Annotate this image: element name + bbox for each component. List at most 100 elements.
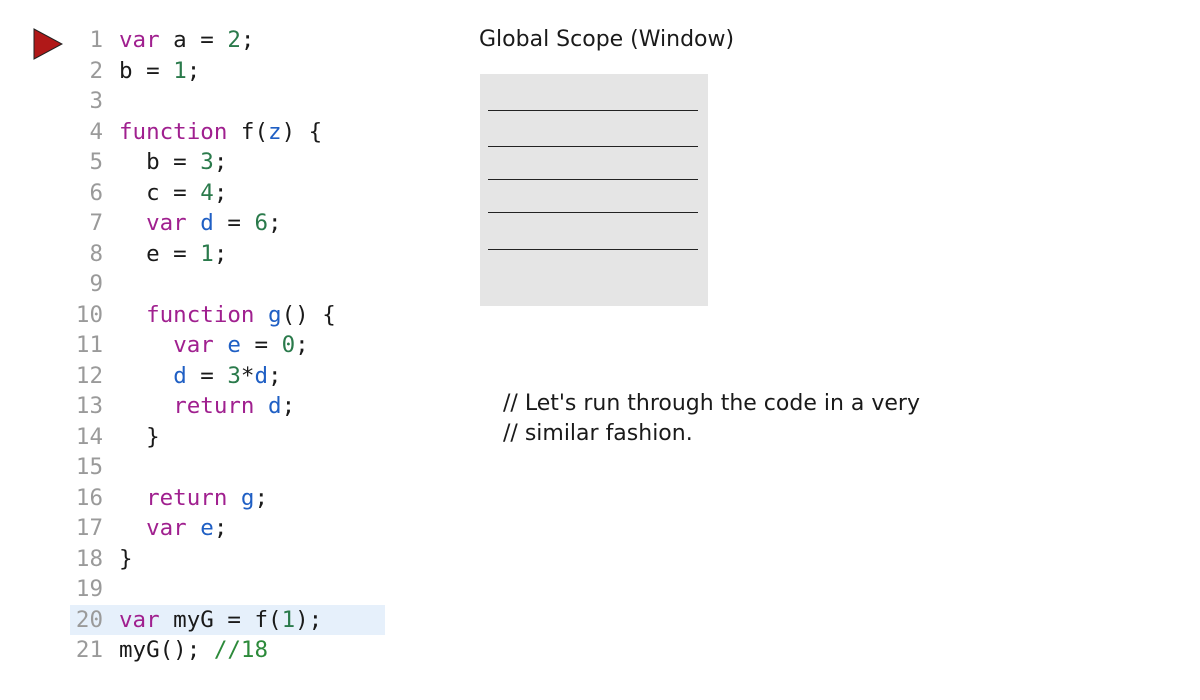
code-token: } [119, 423, 160, 450]
line-number: 14 [75, 423, 103, 450]
line-number: 3 [89, 88, 103, 114]
line-number: 17 [75, 515, 103, 541]
line-number: 5 [89, 149, 103, 175]
code-token: myG(); [119, 637, 214, 663]
code-token: ; [213, 179, 228, 206]
line-number: 9 [89, 271, 103, 297]
scope-variable-slot [488, 179, 698, 180]
line-number: 4 [89, 118, 103, 145]
code-token: } [119, 545, 133, 572]
code-token: ; [281, 393, 296, 419]
line-number: 16 [75, 484, 103, 511]
code-text: function g() { [119, 302, 336, 328]
line-number: 13 [75, 393, 103, 419]
code-token: c = [119, 179, 201, 206]
scope-variable-slot [488, 146, 698, 147]
narration-comment: // Let's run through the code in a very … [503, 391, 921, 446]
code-token: return [173, 393, 255, 419]
code-token: function [146, 301, 255, 328]
code-editor: 1 var a = 2; 2 b = 1; 3 4 function f(z) {5 b =… [70, 25, 390, 666]
scope-title: Global Scope (Window) [479, 27, 735, 52]
code-token: ; [295, 332, 309, 358]
code-text: b = 1; [119, 58, 200, 84]
line-number: 10 [75, 301, 103, 328]
code-token: ; [213, 515, 228, 541]
code-token: 3 [227, 362, 241, 389]
code-text: function f(z) { [119, 119, 322, 145]
code-text: } [119, 546, 133, 572]
code-token: a = [159, 27, 228, 53]
code-token: ; [186, 57, 201, 84]
code-token: myG = f( [159, 606, 282, 633]
code-token: ; [254, 484, 269, 511]
line-number: 11 [75, 332, 103, 358]
code-token: return [146, 484, 228, 511]
code-token: () { [281, 301, 336, 328]
code-text: e = 1; [119, 241, 227, 267]
code-text: var d = 6; [119, 210, 282, 236]
code-line: 13 return d; [70, 391, 390, 422]
code-token: 1 [281, 606, 296, 633]
code-token: 6 [254, 210, 269, 236]
code-token: 1 [173, 57, 187, 84]
code-line: 14 } [70, 422, 390, 453]
code-token: 4 [200, 179, 214, 206]
code-line: 6 c = 4; [70, 178, 390, 209]
scope-variable-slot [488, 212, 698, 213]
code-line: 17 var e; [70, 513, 390, 544]
scope-variable-slot [488, 249, 698, 250]
code-token: //18 [213, 637, 269, 663]
code-token: 1 [200, 240, 214, 267]
code-text: } [119, 424, 160, 450]
code-line: 2 b = 1; [70, 56, 390, 87]
line-number: 19 [75, 576, 103, 602]
current-execution-arrow-icon [33, 28, 63, 60]
code-token: d [268, 393, 282, 419]
code-text: c = 4; [119, 180, 227, 206]
code-line: 19 [70, 574, 390, 605]
code-text: b = 3; [119, 149, 227, 175]
line-number: 12 [75, 362, 103, 389]
code-token: b = [119, 57, 174, 84]
code-line: 18} [70, 544, 390, 575]
line-number: 20 [75, 606, 103, 633]
code-token: ; [268, 210, 282, 236]
code-token: g [240, 484, 255, 511]
line-number: 1 [89, 27, 103, 53]
scope-variable-slot [488, 110, 698, 111]
code-token: ; [240, 27, 255, 53]
code-line: 12 d = 3*d; [70, 361, 390, 392]
code-token: 2 [227, 27, 241, 53]
line-number: 18 [75, 545, 103, 572]
code-text: var a = 2; [119, 27, 254, 53]
code-token: ) { [281, 118, 323, 145]
code-token: ; [213, 149, 228, 175]
code-line: 9 [70, 269, 390, 300]
code-line-current: 20 var myG = f(1); [70, 604, 385, 635]
line-number: 2 [89, 57, 103, 84]
code-token: b = [119, 149, 201, 175]
code-text: return d; [119, 393, 295, 419]
code-token: e = [119, 240, 201, 267]
code-text: var e = 0; [119, 332, 309, 358]
code-token: ; [213, 240, 228, 267]
code-text: return g; [119, 485, 268, 511]
code-line: 3 [70, 86, 390, 117]
line-number: 7 [89, 210, 103, 236]
code-line: 10 function g() { [70, 300, 390, 331]
code-token: var [146, 210, 187, 236]
code-token: d [200, 210, 214, 236]
code-text: d = 3*d; [119, 362, 281, 389]
line-number: 6 [89, 179, 103, 206]
code-token: d [173, 362, 187, 389]
